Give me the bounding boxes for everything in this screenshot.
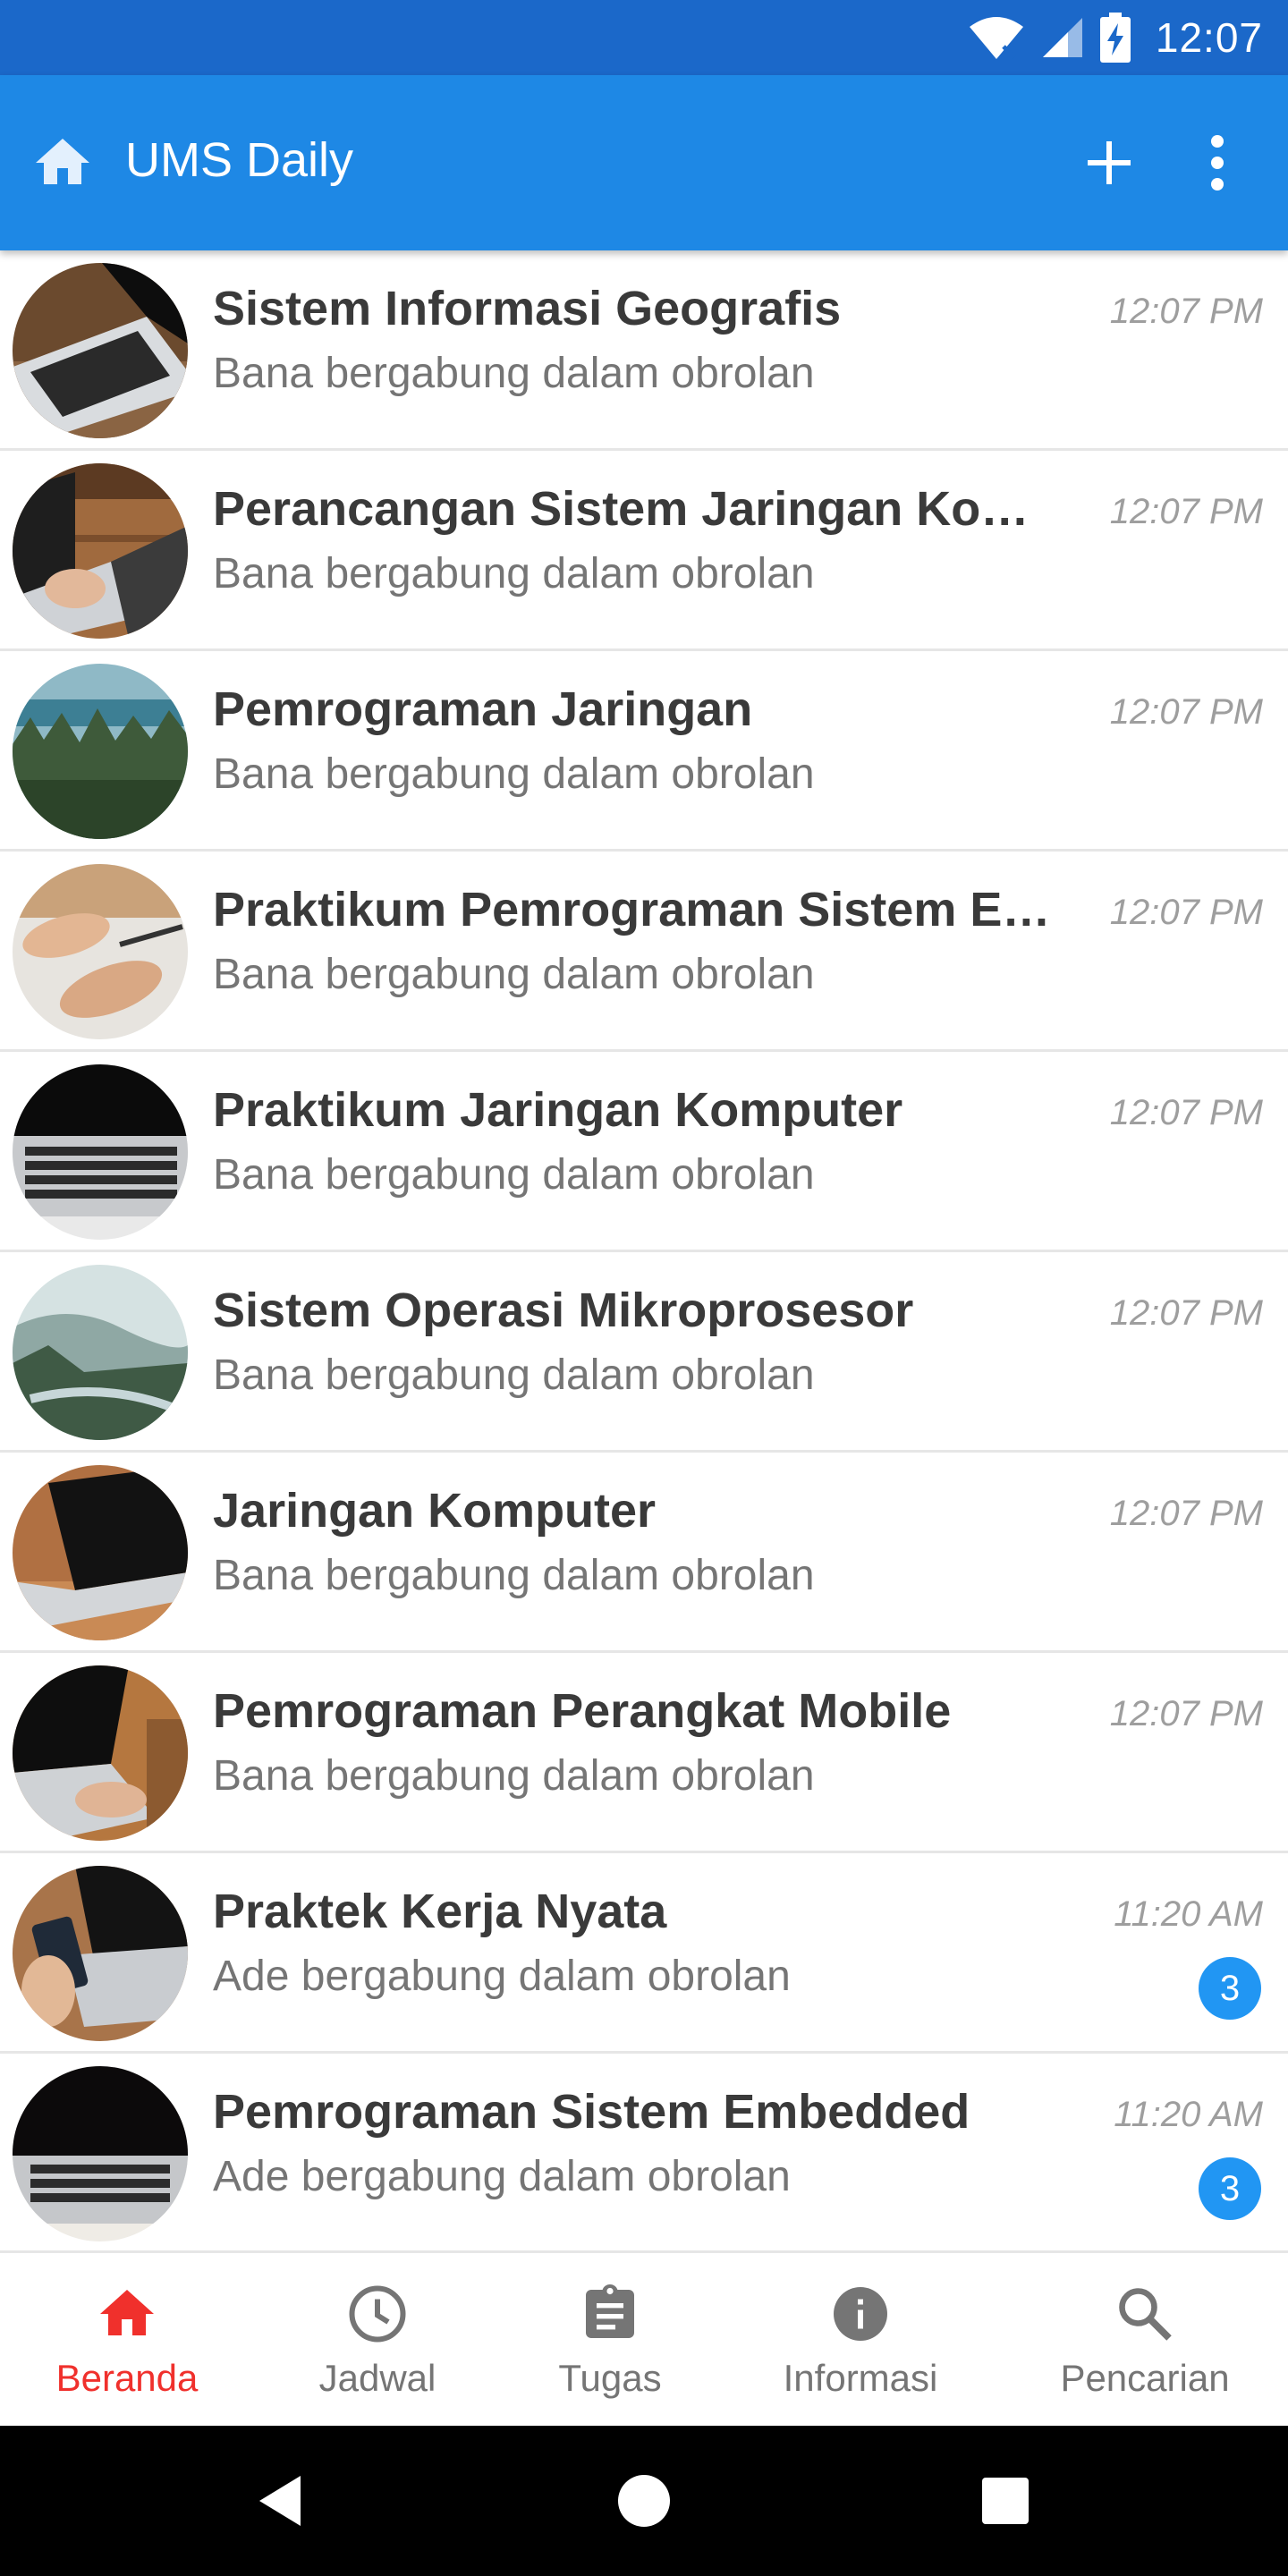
chat-list-item[interactable]: Praktek Kerja Nyata Ade bergabung dalam …	[0, 1853, 1288, 2054]
chat-name: Praktek Kerja Nyata	[213, 1885, 667, 1938]
chat-preview: Bana bergabung dalam obrolan	[213, 1552, 815, 1599]
chat-time: 11:20 AM	[1114, 1894, 1263, 1934]
chat-preview: Ade bergabung dalam obrolan	[213, 1953, 791, 2000]
recents-icon[interactable]	[968, 2463, 1043, 2538]
chat-time: 11:20 AM	[1114, 2095, 1263, 2134]
chat-name: Praktikum Pemrograman Sistem Em...	[213, 883, 1072, 936]
clock-icon	[349, 2285, 406, 2343]
wifi-icon	[968, 14, 1025, 61]
search-icon	[1119, 2288, 1172, 2341]
chat-list-item[interactable]: Praktikum Jaringan Komputer Bana bergabu…	[0, 1052, 1288, 1252]
home-button-icon[interactable]	[606, 2463, 682, 2538]
chat-avatar	[13, 1665, 188, 1841]
battery-charging-icon	[1099, 13, 1131, 63]
chat-list-item[interactable]: Perancangan Sistem Jaringan Komp... Bana…	[0, 451, 1288, 651]
more-vert-icon[interactable]	[1186, 127, 1249, 199]
chat-avatar	[13, 1265, 188, 1440]
chat-preview: Bana bergabung dalam obrolan	[213, 951, 815, 998]
chat-avatar	[13, 664, 188, 839]
chat-name: Praktikum Jaringan Komputer	[213, 1083, 903, 1137]
chat-avatar	[13, 1866, 188, 2041]
nav-tab-beranda[interactable]: Beranda	[27, 2253, 227, 2428]
chat-avatar	[13, 1465, 188, 1640]
chat-time: 12:07 PM	[1109, 1694, 1263, 1733]
chat-name: Pemrograman Jaringan	[213, 682, 753, 736]
chat-preview: Bana bergabung dalam obrolan	[213, 350, 815, 397]
system-nav-bar	[0, 2426, 1288, 2576]
chat-time: 12:07 PM	[1109, 1293, 1263, 1333]
status-bar: 12:07	[0, 0, 1288, 75]
chat-time: 12:07 PM	[1109, 492, 1263, 531]
chat-list-item[interactable]: Pemrograman Jaringan Bana bergabung dala…	[0, 651, 1288, 852]
chat-list-item[interactable]: Jaringan Komputer Bana bergabung dalam o…	[0, 1453, 1288, 1653]
bottom-nav: Beranda Jadwal Tugas Informasi Pencarian	[0, 2250, 1288, 2426]
chat-avatar	[13, 263, 188, 438]
nav-label: Informasi	[783, 2357, 938, 2399]
chat-preview: Bana bergabung dalam obrolan	[213, 750, 815, 798]
chat-time: 12:07 PM	[1109, 292, 1263, 331]
chat-name: Pemrograman Perangkat Mobile	[213, 1684, 952, 1738]
app-title: UMS Daily	[125, 133, 354, 187]
chat-time: 12:07 PM	[1109, 692, 1263, 732]
chat-preview: Ade bergabung dalam obrolan	[213, 2153, 791, 2200]
nav-tab-tugas[interactable]: Tugas	[510, 2253, 710, 2428]
nav-tab-informasi[interactable]: Informasi	[760, 2253, 961, 2428]
info-icon	[834, 2287, 887, 2341]
chat-name: Sistem Informasi Geografis	[213, 282, 842, 335]
chat-avatar	[13, 2066, 188, 2241]
chat-name: Sistem Operasi Mikroprosesor	[213, 1284, 914, 1337]
chat-preview: Bana bergabung dalam obrolan	[213, 550, 815, 597]
nav-label: Jadwal	[318, 2357, 436, 2399]
chat-preview: Bana bergabung dalam obrolan	[213, 1352, 815, 1399]
chat-preview: Bana bergabung dalam obrolan	[213, 1151, 815, 1199]
home-icon	[100, 2290, 154, 2335]
chat-list-item[interactable]: Pemrograman Sistem Embedded Ade bergabun…	[0, 2054, 1288, 2250]
chat-name: Pemrograman Sistem Embedded	[213, 2085, 970, 2139]
nav-tab-jadwal[interactable]: Jadwal	[277, 2253, 478, 2428]
chat-avatar	[13, 463, 188, 639]
signal-icon	[1041, 16, 1084, 59]
chat-avatar	[13, 864, 188, 1039]
chat-time: 12:07 PM	[1109, 1494, 1263, 1533]
unread-badge: 3	[1199, 1957, 1261, 2020]
chat-time: 12:07 PM	[1109, 1093, 1263, 1132]
nav-label: Pencarian	[1060, 2357, 1230, 2399]
chat-name: Jaringan Komputer	[213, 1484, 657, 1538]
status-time: 12:07	[1155, 14, 1263, 61]
add-icon[interactable]	[1073, 127, 1145, 199]
back-icon[interactable]	[243, 2463, 318, 2538]
chat-name: Perancangan Sistem Jaringan Komp...	[213, 482, 1072, 536]
chat-avatar	[13, 1064, 188, 1240]
chat-list-item[interactable]: Sistem Operasi Mikroprosesor Bana bergab…	[0, 1252, 1288, 1453]
chat-list: Sistem Informasi Geografis Bana bergabun…	[0, 250, 1288, 2250]
home-icon[interactable]	[30, 131, 95, 195]
chat-list-item[interactable]: Pemrograman Perangkat Mobile Bana bergab…	[0, 1653, 1288, 1853]
chat-time: 12:07 PM	[1109, 893, 1263, 932]
nav-tab-pencarian[interactable]: Pencarian	[1045, 2253, 1245, 2428]
chat-list-item[interactable]: Praktikum Pemrograman Sistem Em... Bana …	[0, 852, 1288, 1052]
nav-label: Beranda	[55, 2357, 199, 2399]
clipboard-icon	[586, 2284, 634, 2338]
chat-list-item[interactable]: Sistem Informasi Geografis Bana bergabun…	[0, 250, 1288, 451]
app-bar: UMS Daily	[0, 75, 1288, 250]
nav-label: Tugas	[558, 2357, 662, 2399]
unread-badge: 3	[1199, 2157, 1261, 2220]
chat-preview: Bana bergabung dalam obrolan	[213, 1752, 815, 1800]
